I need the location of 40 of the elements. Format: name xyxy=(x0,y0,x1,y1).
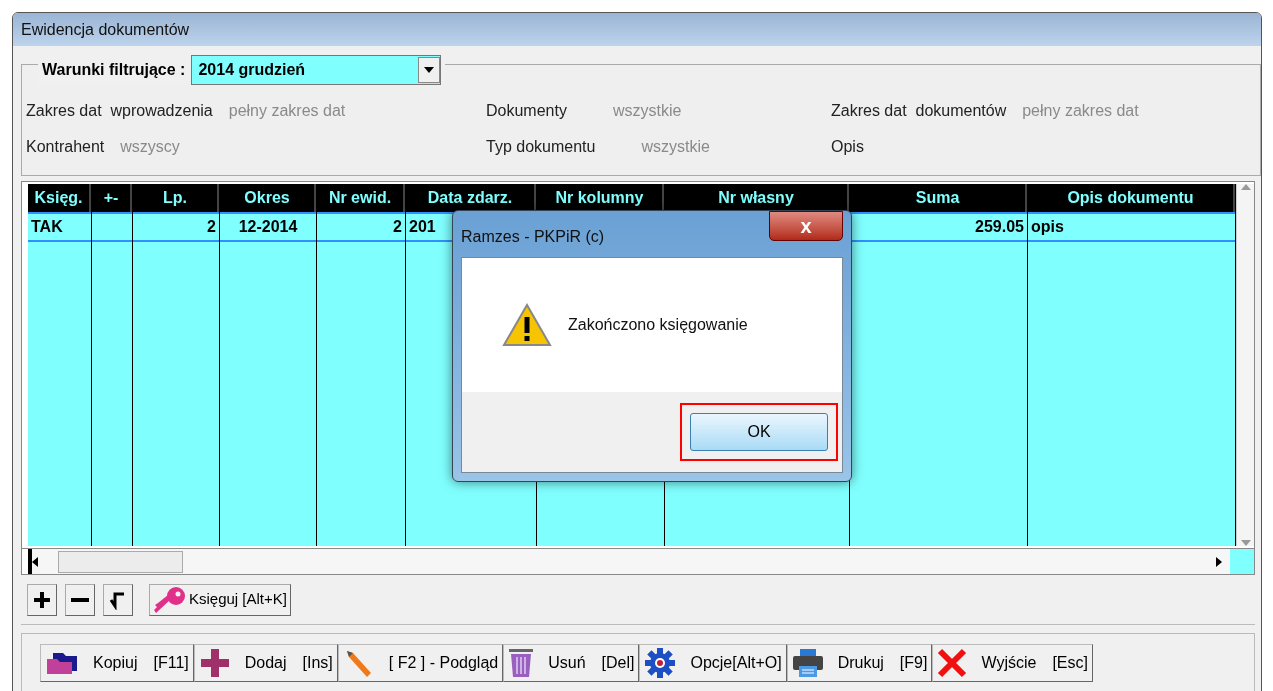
filter-field-label: Typ dokumentu xyxy=(486,137,596,157)
toolbar-button[interactable]: Kopiuj [F11] xyxy=(40,644,194,682)
table-cell: 2 xyxy=(317,212,405,242)
table-cell: TAK xyxy=(28,212,91,242)
column-header[interactable]: +- xyxy=(92,184,132,212)
column-header[interactable]: Nr własny xyxy=(665,184,849,212)
filter-field-value: pełny zakres dat xyxy=(1022,101,1139,121)
table-cell: 12-2014 xyxy=(220,212,316,242)
filter-field-value: pełny zakres dat xyxy=(228,101,346,121)
window-title: Ewidencja dokumentów xyxy=(21,19,190,40)
table-cell: opis xyxy=(1028,212,1235,242)
toolbar-button[interactable]: Drukuj [F9] xyxy=(786,644,933,682)
post-button[interactable]: Księguj [Alt+K] xyxy=(149,583,291,616)
filter-field-value: wszyscy xyxy=(120,137,180,157)
column-header[interactable]: Księg. xyxy=(28,184,91,212)
column-header[interactable]: Suma xyxy=(850,184,1027,212)
toolbar-button[interactable]: Wyjście [Esc] xyxy=(932,644,1093,682)
column-header[interactable]: Nr ewid. xyxy=(317,184,405,212)
column-header[interactable]: Lp. xyxy=(133,184,219,212)
column-header[interactable]: Okres xyxy=(220,184,316,212)
toolbar-button[interactable]: Opcje[Alt+O] xyxy=(639,644,787,682)
filter-field-label: Zakres dat wprowadzenia xyxy=(26,101,213,121)
filter-field-label: Opis xyxy=(831,137,864,157)
table-cell: 2 xyxy=(133,212,219,242)
toolbar-button[interactable]: [ F2 ] - Podgląd xyxy=(337,644,504,682)
column-header[interactable]: Data zdarz. xyxy=(406,184,536,212)
toolbar-button[interactable]: Dodaj [Ins] xyxy=(193,644,338,682)
filter-field-value: wszystkie xyxy=(612,101,682,121)
close-button[interactable]: x xyxy=(769,211,843,241)
column-header[interactable]: Nr kolumny xyxy=(537,184,664,212)
filter-field-label: Dokumenty xyxy=(486,101,567,121)
dialog-message: Zakończono księgowanie xyxy=(568,315,748,335)
ok-button[interactable]: OK xyxy=(690,413,828,451)
filter-field-value: wszystkie xyxy=(641,137,710,157)
filter-label: Warunki filtrujące : xyxy=(42,60,186,80)
toolbar-button[interactable]: Usuń [Del] xyxy=(503,644,640,682)
period-dropdown[interactable]: 2014 grudzień xyxy=(191,55,442,85)
column-header[interactable]: Opis dokumentu xyxy=(1028,184,1235,212)
filter-field-label: Kontrahent xyxy=(26,137,105,157)
filter-field-label: Zakres dat dokumentów xyxy=(831,101,1007,121)
